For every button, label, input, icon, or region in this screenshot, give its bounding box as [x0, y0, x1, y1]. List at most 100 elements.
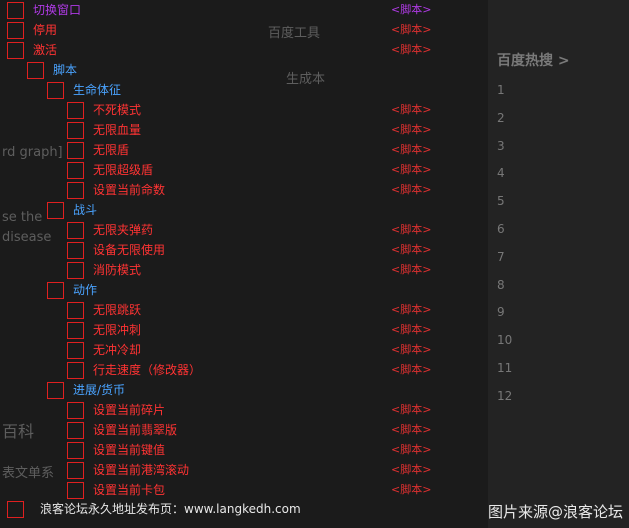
- menu-row[interactable]: 设置当前港湾滚动 <脚本>: [0, 460, 440, 480]
- menu-row[interactable]: 战斗: [0, 200, 440, 220]
- menu-row[interactable]: 进展/货币: [0, 380, 440, 400]
- script-tag: <脚本>: [391, 163, 432, 176]
- menu-row-label: 设置当前翡翠版: [93, 423, 178, 437]
- script-tag: <脚本>: [391, 103, 432, 116]
- menu-row[interactable]: 设备无限使用 <脚本>: [0, 240, 440, 260]
- menu-row[interactable]: 激活 <脚本>: [0, 40, 440, 60]
- toggle-checkbox[interactable]: [67, 342, 84, 359]
- toggle-checkbox[interactable]: [27, 62, 44, 79]
- hot-search-rank: 10: [497, 333, 513, 348]
- hot-search-item[interactable]: 2: [497, 108, 511, 136]
- toggle-checkbox[interactable]: [7, 42, 24, 59]
- hot-search-rank: 3: [497, 138, 505, 153]
- hot-search-item[interactable]: 5: [497, 191, 511, 219]
- hot-search-item[interactable]: 6: [497, 219, 511, 247]
- toggle-checkbox[interactable]: [67, 182, 84, 199]
- toggle-checkbox[interactable]: [67, 442, 84, 459]
- script-tag: <脚本>: [391, 223, 432, 236]
- menu-row[interactable]: 切换窗口 <脚本>: [0, 0, 440, 20]
- toggle-checkbox[interactable]: [67, 222, 84, 239]
- hot-search-rank: 8: [497, 277, 505, 292]
- menu-row-label: 设置当前碎片: [93, 403, 166, 417]
- menu-row[interactable]: 无限冲刺 <脚本>: [0, 320, 440, 340]
- toggle-checkbox[interactable]: [67, 162, 84, 179]
- hot-search-title[interactable]: 百度热搜 >: [497, 50, 570, 70]
- toggle-checkbox[interactable]: [47, 282, 64, 299]
- menu-row-label: 进展/货币: [73, 383, 126, 397]
- hot-search-rank: 2: [497, 110, 505, 125]
- script-tag: <脚本>: [391, 143, 432, 156]
- script-tag: <脚本>: [391, 43, 432, 56]
- menu-row[interactable]: 消防模式 <脚本>: [0, 260, 440, 280]
- menu-row[interactable]: 设置当前键值 <脚本>: [0, 440, 440, 460]
- toggle-checkbox[interactable]: [67, 322, 84, 339]
- toggle-checkbox[interactable]: [67, 422, 84, 439]
- menu-row[interactable]: 脚本: [0, 60, 440, 80]
- menu-row-label: 动作: [73, 283, 98, 297]
- hot-search-item[interactable]: 7: [497, 247, 511, 275]
- hot-search-item[interactable]: 12: [497, 386, 513, 414]
- menu-row-label: 无限盾: [93, 143, 130, 157]
- hot-search-item[interactable]: 9: [497, 302, 511, 330]
- menu-row[interactable]: 动作: [0, 280, 440, 300]
- toggle-checkbox[interactable]: [67, 242, 84, 259]
- toggle-checkbox[interactable]: [67, 482, 84, 499]
- script-tag: <脚本>: [391, 263, 432, 276]
- menu-row-label: 切换窗口: [33, 3, 82, 17]
- menu-row[interactable]: 设置当前命数 <脚本>: [0, 180, 440, 200]
- toggle-checkbox[interactable]: [7, 2, 24, 19]
- menu-row[interactable]: 无限血量 <脚本>: [0, 120, 440, 140]
- menu-row[interactable]: 设置当前碎片 <脚本>: [0, 400, 440, 420]
- toggle-checkbox[interactable]: [67, 142, 84, 159]
- footer-checkbox[interactable]: [7, 501, 24, 518]
- hot-search-list: 1 2 3 4 5 6 7 8 9 10 11 12: [497, 80, 513, 414]
- trainer-menu: 切换窗口 <脚本> 停用 <脚本> 激活 <脚本> 脚本 生命体征 不死模式 <脚本> 无限血量 <脚…: [0, 0, 440, 528]
- toggle-checkbox[interactable]: [7, 22, 24, 39]
- toggle-checkbox[interactable]: [67, 302, 84, 319]
- hot-search-item[interactable]: 4: [497, 163, 511, 191]
- script-tag: <脚本>: [391, 423, 432, 436]
- toggle-checkbox[interactable]: [47, 382, 64, 399]
- hot-search-item[interactable]: 3: [497, 136, 511, 164]
- menu-row[interactable]: 停用 <脚本>: [0, 20, 440, 40]
- menu-row-label: 设置当前键值: [93, 443, 166, 457]
- menu-row[interactable]: 生命体征: [0, 80, 440, 100]
- toggle-checkbox[interactable]: [67, 122, 84, 139]
- script-tag: <脚本>: [391, 363, 432, 376]
- menu-row[interactable]: 设置当前翡翠版 <脚本>: [0, 420, 440, 440]
- hot-search-rank: 12: [497, 388, 513, 403]
- watermark: 图片来源@浪客论坛: [487, 503, 623, 521]
- menu-row[interactable]: 设置当前卡包 <脚本>: [0, 480, 440, 500]
- menu-row[interactable]: 不死模式 <脚本>: [0, 100, 440, 120]
- toggle-checkbox[interactable]: [67, 462, 84, 479]
- menu-row-label: 设置当前卡包: [93, 483, 166, 497]
- menu-row-label: 脚本: [53, 63, 78, 77]
- hot-search-rank: 6: [497, 221, 505, 236]
- menu-row[interactable]: 行走速度（修改器） <脚本>: [0, 360, 440, 380]
- toggle-checkbox[interactable]: [67, 262, 84, 279]
- menu-row[interactable]: 无限夹弹药 <脚本>: [0, 220, 440, 240]
- hot-search-item[interactable]: 11: [497, 358, 512, 386]
- hot-search-item[interactable]: 1: [497, 80, 511, 108]
- menu-row-label: 无限跳跃: [93, 303, 142, 317]
- menu-row[interactable]: 无冲冷却 <脚本>: [0, 340, 440, 360]
- menu-row[interactable]: 无限跳跃 <脚本>: [0, 300, 440, 320]
- menu-row-label: 无限超级盾: [93, 163, 154, 177]
- script-tag: <脚本>: [391, 3, 432, 16]
- footer-row: 浪客论坛永久地址发布页：www.langkedh.com: [0, 499, 440, 521]
- script-tag: <脚本>: [391, 463, 432, 476]
- toggle-checkbox[interactable]: [67, 402, 84, 419]
- hot-search-item[interactable]: 8: [497, 275, 511, 303]
- script-tag: <脚本>: [391, 123, 432, 136]
- toggle-checkbox[interactable]: [47, 82, 64, 99]
- menu-row[interactable]: 无限超级盾 <脚本>: [0, 160, 440, 180]
- toggle-checkbox[interactable]: [67, 362, 84, 379]
- menu-row-label: 行走速度（修改器）: [93, 363, 202, 377]
- script-tag: <脚本>: [391, 243, 432, 256]
- menu-row[interactable]: 无限盾 <脚本>: [0, 140, 440, 160]
- script-tag: <脚本>: [391, 343, 432, 356]
- toggle-checkbox[interactable]: [47, 202, 64, 219]
- toggle-checkbox[interactable]: [67, 102, 84, 119]
- menu-row-label: 不死模式: [93, 103, 142, 117]
- hot-search-item[interactable]: 10: [497, 330, 513, 358]
